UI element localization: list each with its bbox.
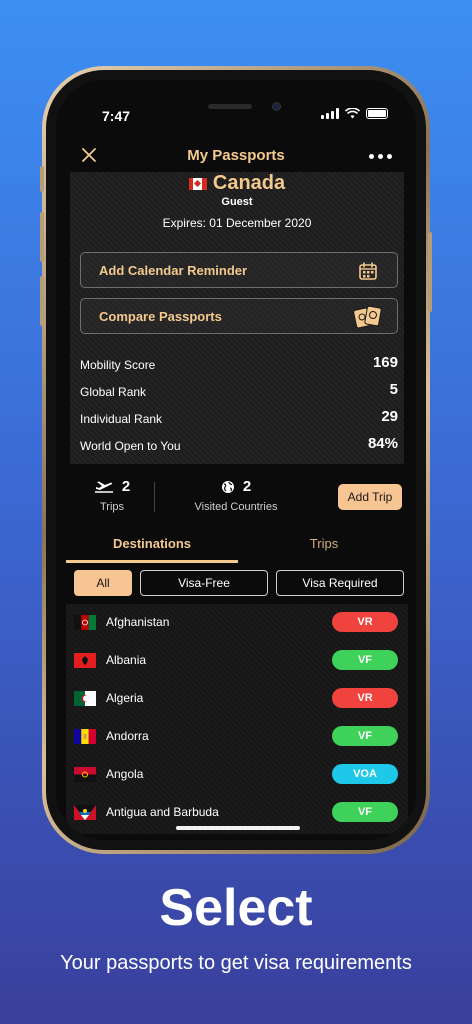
phone-frame: 7:47 My Passports Canada Guest Expires: … bbox=[40, 66, 432, 854]
visa-badge: VF bbox=[332, 726, 398, 746]
add-calendar-reminder-button[interactable]: Add Calendar Reminder bbox=[80, 252, 398, 288]
tabs-bar: Destinations Trips bbox=[56, 528, 416, 564]
mute-switch bbox=[40, 166, 44, 192]
promo-headline: Select bbox=[159, 879, 313, 937]
passport-expiry: Expires: 01 December 2020 bbox=[162, 216, 312, 230]
passports-icon bbox=[353, 305, 382, 329]
home-indicator[interactable] bbox=[176, 826, 300, 830]
app-screen: 7:47 My Passports Canada Guest Expires: … bbox=[56, 80, 416, 840]
visa-badge: VR bbox=[332, 612, 398, 632]
summary-divider bbox=[154, 482, 155, 512]
andorra-flag-icon bbox=[74, 729, 96, 744]
more-options-icon[interactable] bbox=[369, 154, 392, 159]
battery-icon bbox=[366, 108, 388, 119]
albania-flag-icon bbox=[74, 653, 96, 668]
destinations-list: Afghanistan VR Albania VF Algeria VR And… bbox=[66, 604, 408, 834]
filter-visa-free[interactable]: Visa-Free bbox=[140, 570, 268, 596]
airplane-icon bbox=[94, 481, 113, 493]
visited-countries-count: 2 Visited Countries bbox=[194, 478, 278, 513]
add-trip-button[interactable]: Add Trip bbox=[338, 484, 402, 510]
notch-camera bbox=[272, 102, 281, 111]
passport-holder: Guest bbox=[221, 196, 253, 208]
stat-world-open: World Open to You 84% bbox=[80, 435, 398, 453]
promo-subline: Your passports to get visa requirements bbox=[60, 952, 412, 974]
volume-down-button bbox=[40, 276, 44, 326]
tab-trips[interactable]: Trips bbox=[238, 536, 410, 551]
country-name: Canada bbox=[212, 172, 286, 194]
volume-up-button bbox=[40, 212, 44, 262]
passport-stats: Mobility Score 169 Global Rank 5 Individ… bbox=[80, 352, 398, 460]
nav-bar: My Passports bbox=[56, 142, 416, 172]
stat-mobility-score: Mobility Score 169 bbox=[80, 354, 398, 372]
visa-badge: VR bbox=[332, 688, 398, 708]
angola-flag-icon bbox=[74, 767, 96, 782]
signal-icon bbox=[321, 108, 339, 119]
calendar-icon bbox=[359, 262, 377, 280]
filter-all[interactable]: All bbox=[74, 570, 132, 596]
passport-country: Canada bbox=[70, 172, 404, 195]
visa-badge: VOA bbox=[332, 764, 398, 784]
globe-icon bbox=[221, 480, 234, 493]
antigua-and-barbuda-flag-icon bbox=[74, 805, 96, 820]
canada-flag-icon bbox=[188, 177, 207, 190]
algeria-flag-icon bbox=[74, 691, 96, 706]
add-calendar-reminder-label: Add Calendar Reminder bbox=[99, 263, 248, 278]
status-bar: 7:47 bbox=[56, 80, 416, 130]
page-title: My Passports bbox=[187, 147, 285, 164]
filter-visa-required[interactable]: Visa Required bbox=[276, 570, 404, 596]
visa-badge: VF bbox=[332, 802, 398, 822]
wifi-icon bbox=[345, 108, 360, 119]
passport-panel: Canada Guest Expires: 01 December 2020 A… bbox=[70, 172, 404, 464]
afghanistan-flag-icon bbox=[74, 615, 96, 630]
list-item[interactable]: Andorra VF bbox=[66, 718, 408, 756]
visa-badge: VF bbox=[332, 650, 398, 670]
tab-destinations[interactable]: Destinations bbox=[66, 536, 238, 551]
status-time: 7:47 bbox=[102, 108, 131, 124]
list-item[interactable]: Angola VOA bbox=[66, 756, 408, 794]
trips-count: 2 Trips bbox=[82, 478, 142, 513]
list-item[interactable]: Afghanistan VR bbox=[66, 604, 408, 642]
notch-speaker bbox=[208, 104, 252, 109]
active-tab-indicator bbox=[66, 560, 238, 563]
list-item[interactable]: Algeria VR bbox=[66, 680, 408, 718]
phone-bezel: 7:47 My Passports Canada Guest Expires: … bbox=[46, 70, 426, 850]
visa-filters: All Visa-Free Visa Required bbox=[56, 570, 416, 598]
stat-global-rank: Global Rank 5 bbox=[80, 381, 398, 399]
compare-passports-button[interactable]: Compare Passports bbox=[80, 298, 398, 334]
status-icons bbox=[321, 108, 388, 119]
stat-individual-rank: Individual Rank 29 bbox=[80, 408, 398, 426]
compare-passports-label: Compare Passports bbox=[99, 309, 222, 324]
power-button bbox=[428, 232, 432, 312]
trips-summary-bar: 2 Trips 2 Visited Countries Add Trip bbox=[56, 472, 416, 522]
list-item[interactable]: Albania VF bbox=[66, 642, 408, 680]
